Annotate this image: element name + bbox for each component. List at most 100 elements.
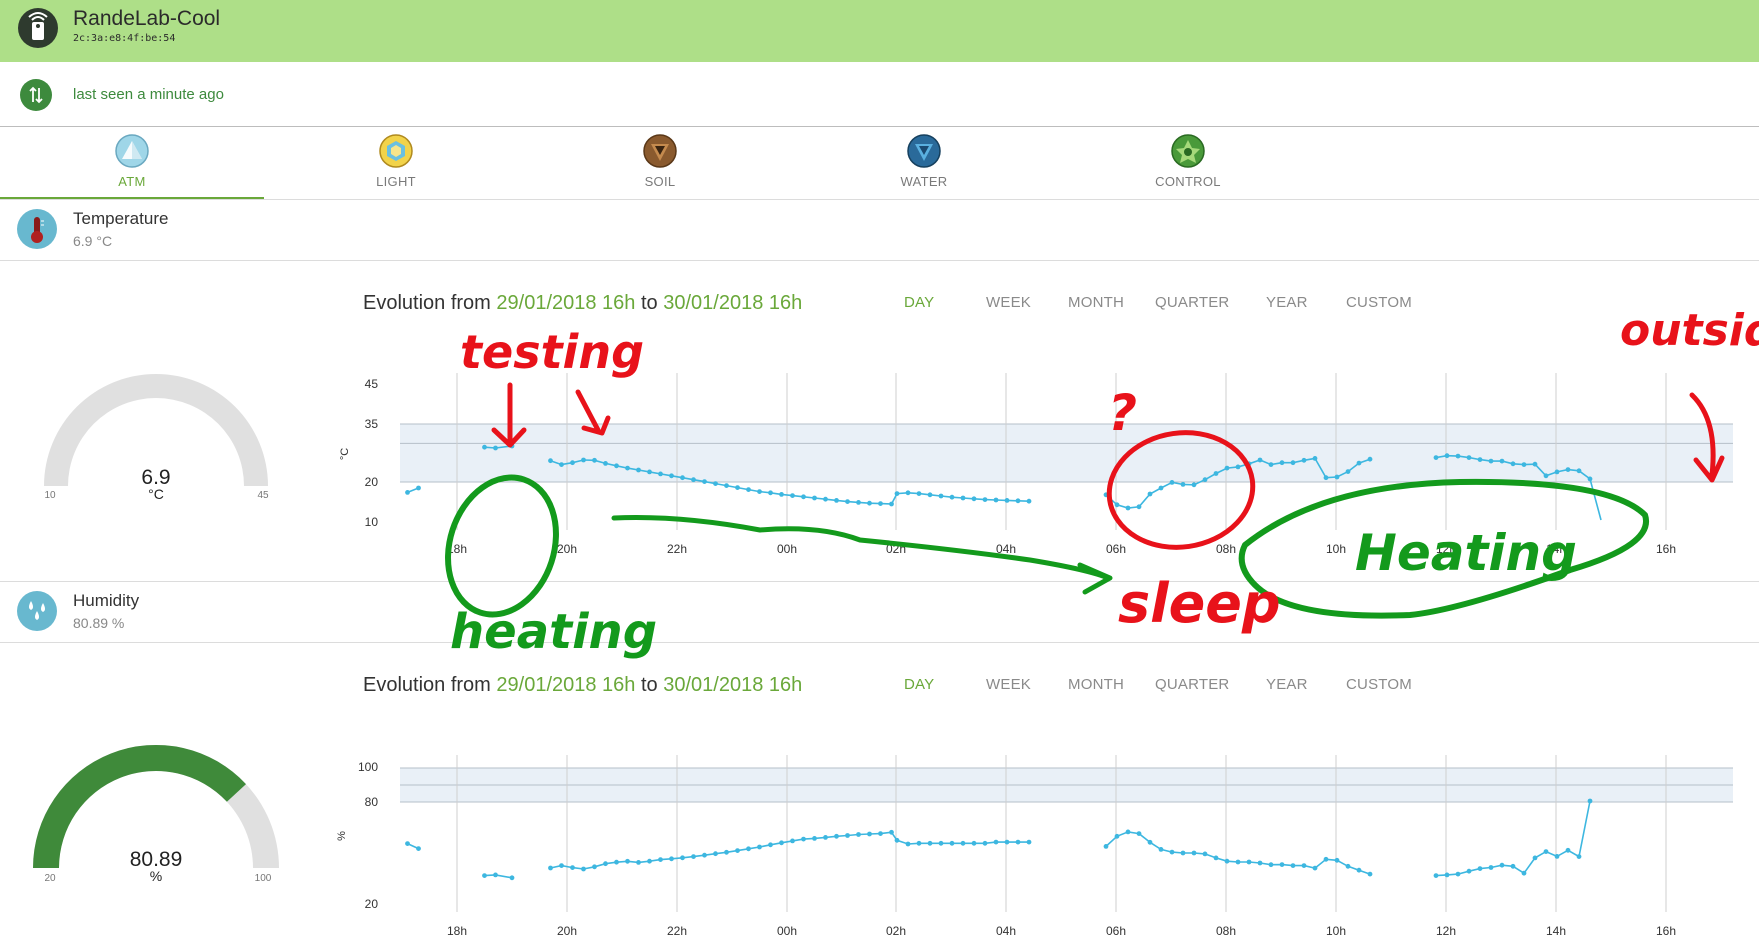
data-point (1202, 477, 1208, 483)
data-point (1257, 860, 1263, 866)
data-point (812, 836, 817, 841)
data-point (548, 458, 553, 464)
data-point (509, 443, 515, 449)
data-point (867, 831, 872, 837)
data-point (1169, 849, 1175, 855)
y-tick-label: 100 (358, 760, 378, 774)
data-point (845, 833, 850, 838)
data-point (938, 840, 944, 846)
data-point (1125, 829, 1131, 835)
data-point (1290, 460, 1296, 466)
y-tick-label: 20 (365, 897, 379, 911)
data-point (1554, 854, 1560, 859)
data-point (636, 467, 641, 473)
data-point (1345, 469, 1351, 474)
data-point (790, 838, 795, 844)
data-point (691, 854, 696, 859)
data-point (856, 500, 861, 505)
data-point (1169, 480, 1175, 485)
data-point (724, 849, 729, 855)
data-point (960, 840, 966, 846)
data-point (1510, 863, 1516, 869)
data-point (960, 495, 966, 501)
data-point (1235, 464, 1241, 470)
data-point (592, 864, 597, 870)
y-tick-label: 80 (365, 795, 379, 809)
x-tick-label: 12h (1436, 542, 1456, 556)
data-point (1499, 458, 1505, 464)
data-point (1554, 469, 1560, 475)
data-point (1565, 847, 1571, 853)
data-point (1477, 866, 1483, 871)
data-point (856, 832, 861, 837)
data-point (1587, 798, 1593, 804)
data-point (724, 483, 729, 488)
x-tick-label: 16h (1656, 542, 1676, 556)
data-point (625, 858, 630, 864)
data-point (1158, 485, 1164, 491)
data-point (1521, 870, 1527, 876)
data-point (982, 840, 988, 846)
data-point (493, 872, 498, 878)
data-point (1015, 498, 1021, 504)
data-point (949, 494, 955, 500)
data-point (1279, 460, 1285, 466)
y-tick-label: 45 (365, 377, 379, 391)
x-tick-label: 10h (1326, 924, 1346, 938)
data-point (1268, 862, 1274, 868)
data-point (713, 481, 718, 486)
data-point (647, 469, 652, 475)
data-point (823, 835, 828, 840)
data-point (1444, 453, 1450, 459)
data-point (647, 858, 652, 864)
data-point (1565, 467, 1571, 472)
charts-layer: 45 35 20 10 °C 18h 20h 22h 00h 02h 04h 06h 08h 10h 12h… (336, 373, 1733, 938)
data-point (405, 841, 410, 846)
data-point (669, 473, 674, 479)
data-point (878, 831, 883, 836)
data-point (993, 839, 999, 845)
data-point (416, 485, 421, 491)
data-point (1367, 456, 1373, 462)
data-point (1180, 850, 1186, 856)
data-point (592, 457, 597, 463)
data-point (757, 489, 762, 494)
data-point (1444, 872, 1450, 878)
data-point (823, 496, 828, 502)
x-tick-label: 08h (1216, 924, 1236, 938)
x-tick-label: 04h (996, 924, 1016, 938)
data-point (894, 491, 900, 496)
x-tick-label: 14h (1546, 924, 1566, 938)
data-point (834, 833, 839, 839)
target-band (400, 424, 1733, 482)
data-point (735, 485, 740, 490)
data-point (1356, 867, 1362, 873)
data-point (867, 500, 872, 506)
data-point (509, 875, 515, 881)
data-point (625, 465, 630, 471)
data-point (1235, 859, 1241, 865)
data-point (1323, 856, 1329, 862)
data-point (1499, 862, 1505, 868)
data-point (1532, 461, 1538, 467)
data-point (746, 487, 751, 492)
data-point (916, 840, 922, 846)
data-point (905, 490, 911, 496)
data-point (548, 865, 553, 871)
data-point (1521, 462, 1527, 467)
data-point (1433, 873, 1439, 878)
data-point (702, 852, 707, 858)
data-point (927, 840, 933, 846)
x-tick-label: 20h (557, 542, 577, 556)
data-point (1191, 482, 1197, 488)
data-point (790, 493, 795, 498)
data-point (416, 846, 421, 851)
data-point (971, 840, 977, 846)
x-tick-label: 12h (1436, 924, 1456, 938)
data-point (1323, 475, 1329, 481)
data-point (482, 444, 487, 450)
data-point (658, 471, 663, 477)
data-point (603, 461, 608, 466)
data-point (746, 846, 751, 852)
y-axis-label: °C (339, 448, 351, 460)
